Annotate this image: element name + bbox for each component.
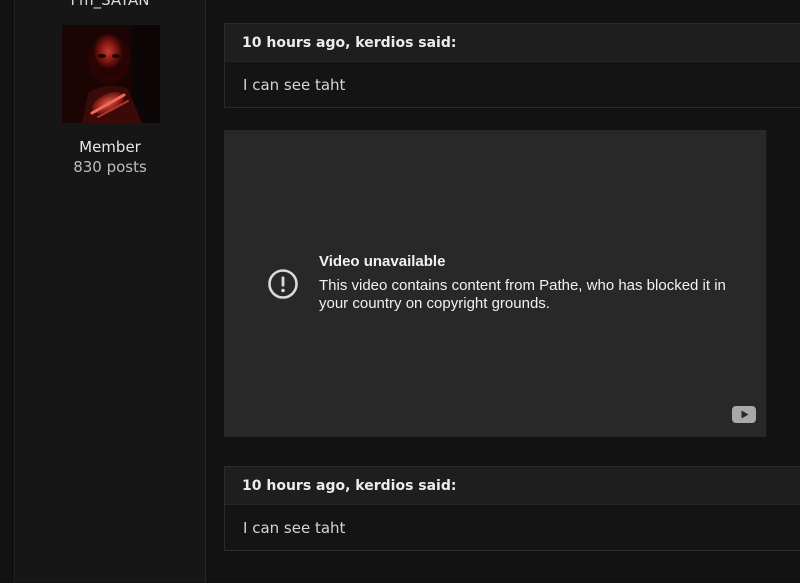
quote-text: I can see taht	[243, 518, 346, 537]
author-panel: I'm_SATAN Member 830 posts	[15, 0, 206, 583]
avatar[interactable]	[62, 25, 160, 123]
author-username[interactable]: I'm_SATAN	[15, 0, 205, 10]
video-error-message: This video contains content from Pathe, …	[319, 277, 726, 312]
quote-block: 10 hours ago, kerdios said: I can see ta…	[224, 466, 800, 551]
embedded-video-player[interactable]: Video unavailable This video contains co…	[224, 130, 767, 437]
left-margin	[0, 0, 15, 583]
video-error-title: Video unavailable	[319, 253, 446, 270]
quote-text: I can see taht	[243, 75, 346, 94]
forum-post-page: I'm_SATAN Member 830 posts 10 hours ago,…	[0, 0, 800, 583]
author-rank: Member	[79, 138, 141, 156]
alert-circle-icon	[268, 269, 298, 299]
quote-block: 10 hours ago, kerdios said: I can see ta…	[224, 23, 800, 108]
quote-citation[interactable]: 10 hours ago, kerdios said:	[225, 24, 800, 62]
youtube-logo-icon[interactable]	[732, 406, 756, 423]
author-post-count: 830 posts	[73, 158, 147, 176]
quote-citation[interactable]: 10 hours ago, kerdios said:	[225, 467, 800, 505]
